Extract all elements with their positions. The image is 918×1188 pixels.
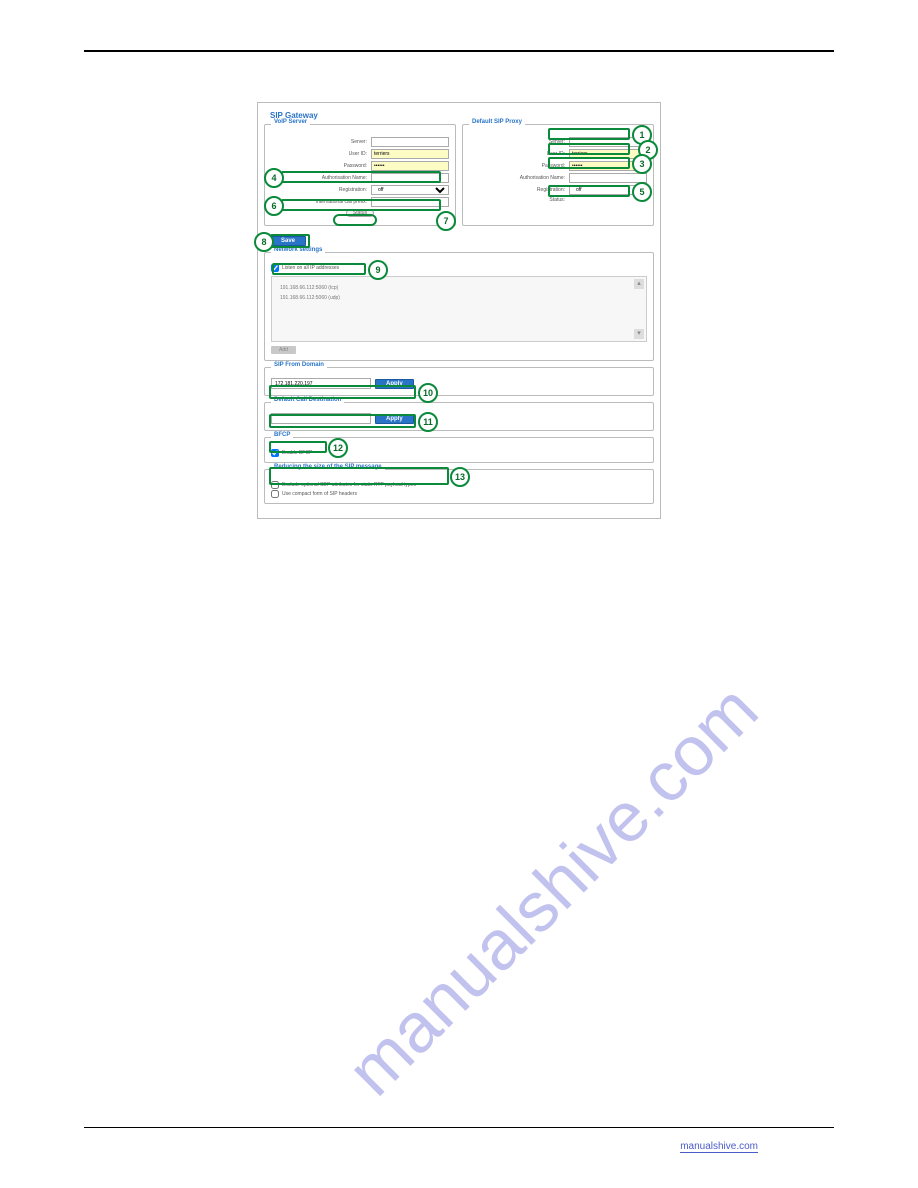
top-rule (84, 50, 834, 52)
add-button[interactable]: Add (271, 346, 296, 354)
callout-8: 8 (254, 232, 274, 252)
hl-8 (270, 234, 310, 248)
voip-legend: VoIP Server (271, 119, 310, 125)
voip-password-input[interactable] (371, 161, 449, 171)
hl-2 (548, 143, 630, 155)
callout-12: 12 (328, 438, 348, 458)
voip-userid-input[interactable] (371, 149, 449, 159)
hl-7 (333, 214, 377, 226)
reduce-opt2-label: Use compact form of SIP headers (282, 491, 357, 497)
callout-13: 13 (450, 467, 470, 487)
net-item[interactable]: 191.168.66.112:5060 (udp) (280, 295, 632, 301)
label-registration: Registration: (339, 187, 367, 193)
sip-gateway-panel: SIP Gateway VoIP Server Server: User ID:… (257, 102, 661, 519)
voip-server-input[interactable] (371, 137, 449, 147)
hl-13 (269, 467, 449, 485)
network-list[interactable]: ▴ ▾ 191.168.66.112:5060 (tcp) 191.168.66… (271, 276, 647, 342)
hl-12 (269, 441, 327, 453)
proxy-authname-input[interactable] (569, 173, 647, 183)
hl-5 (548, 185, 630, 197)
callout-7: 7 (436, 211, 456, 231)
callout-5: 5 (632, 182, 652, 202)
net-item[interactable]: 191.168.66.112:5060 (tcp) (280, 285, 632, 291)
callout-6: 6 (264, 196, 284, 216)
label-status2: Status: (549, 197, 565, 203)
bfcp-legend: BFCP (271, 432, 293, 438)
hl-6 (281, 199, 441, 211)
voip-registration-select[interactable]: off (371, 185, 449, 195)
callout-4: 4 (264, 168, 284, 188)
hl-4 (281, 171, 441, 183)
hl-3 (548, 157, 630, 169)
hl-9 (272, 263, 366, 275)
hl-1 (548, 128, 630, 140)
scroll-up-icon[interactable]: ▴ (634, 279, 644, 289)
hl-10 (269, 385, 416, 399)
label-server: Server: (351, 139, 367, 145)
reduce-opt2-checkbox[interactable] (271, 490, 279, 498)
scroll-down-icon[interactable]: ▾ (634, 329, 644, 339)
callout-9: 9 (368, 260, 388, 280)
bottom-rule (84, 1127, 834, 1128)
label-userid: User ID: (349, 151, 367, 157)
callout-3: 3 (632, 154, 652, 174)
sip-from-legend: SIP From Domain (271, 362, 327, 368)
hl-11 (269, 414, 416, 428)
label-authname2: Authorisation Name: (520, 175, 565, 181)
proxy-legend: Default SIP Proxy (469, 119, 525, 125)
footer-link[interactable]: manualshive.com (680, 1141, 758, 1153)
watermark-text: manualshive.com (331, 669, 773, 1111)
callout-10: 10 (418, 383, 438, 403)
panel-title: SIP Gateway (270, 111, 654, 120)
document-page: manualshive.com SIP Gateway VoIP Server … (0, 0, 918, 1188)
label-password: Password: (344, 163, 367, 169)
callout-11: 11 (418, 412, 438, 432)
